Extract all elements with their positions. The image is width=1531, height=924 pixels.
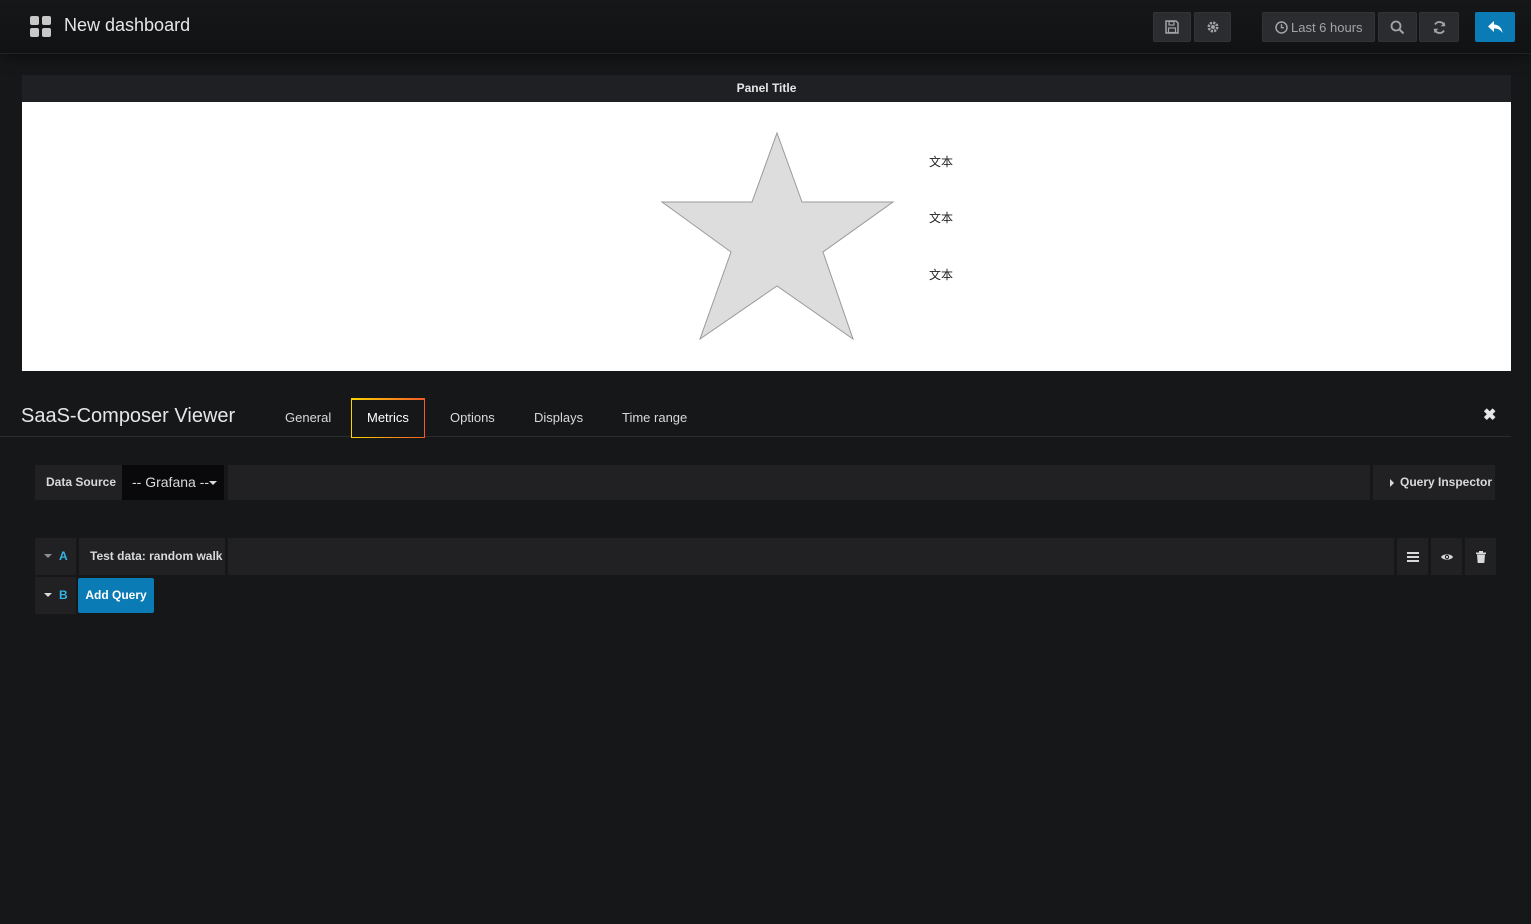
eye-icon	[1440, 553, 1453, 560]
panel-text-2: 文本	[929, 211, 954, 225]
add-query-button[interactable]: Add Query	[78, 578, 154, 613]
refresh-icon	[1433, 20, 1445, 34]
panel-text-1: 文本	[929, 155, 954, 169]
panel-body: 文本 文本 文本	[22, 102, 1511, 371]
query-letter: A	[59, 549, 68, 563]
panel-text-3: 文本	[929, 268, 954, 282]
tab-options[interactable]: Options	[435, 398, 510, 437]
trash-icon	[1475, 550, 1486, 563]
query-toggle-visibility-button[interactable]	[1431, 538, 1462, 575]
tab-general[interactable]: General	[270, 398, 346, 437]
editor-title: SaaS-Composer Viewer	[21, 405, 236, 427]
query-inspector-button[interactable]: Query Inspector	[1373, 465, 1495, 500]
data-source-select[interactable]: -- Grafana --	[122, 465, 224, 500]
query-letter: B	[59, 588, 68, 602]
dashboard-title[interactable]: New dashboard	[64, 15, 190, 36]
back-arrow-icon	[1487, 20, 1502, 33]
settings-button[interactable]	[1194, 12, 1231, 42]
top-navbar: New dashboard Last 6 hours	[0, 0, 1531, 54]
time-range-label: Last 6 hours	[1291, 19, 1363, 35]
tab-displays[interactable]: Displays	[519, 398, 598, 437]
dashboard-grid-icon[interactable]	[30, 16, 51, 37]
data-source-value: -- Grafana --	[132, 474, 210, 490]
close-icon[interactable]: ✖	[1483, 405, 1496, 425]
back-to-dashboard-button[interactable]	[1475, 12, 1515, 42]
menu-icon	[1406, 551, 1419, 562]
query-delete-button[interactable]	[1465, 538, 1496, 575]
save-icon	[1165, 20, 1179, 34]
caret-down-icon	[209, 481, 217, 485]
clock-icon	[1275, 20, 1288, 34]
query-a-row-filler	[228, 538, 1394, 575]
gear-icon	[1207, 21, 1218, 33]
zoom-out-button[interactable]	[1378, 12, 1417, 42]
data-source-label: Data Source	[35, 465, 122, 500]
query-b-toggle[interactable]: B	[35, 577, 76, 614]
tab-metrics[interactable]: Metrics	[351, 398, 425, 438]
save-dashboard-button[interactable]	[1153, 12, 1191, 42]
panel: Panel Title 文本 文本 文本	[22, 75, 1511, 371]
query-menu-button[interactable]	[1397, 538, 1428, 575]
query-a-toggle[interactable]: A	[35, 538, 76, 575]
caret-down-icon	[44, 554, 52, 558]
refresh-button[interactable]	[1419, 12, 1459, 42]
data-source-row-filler	[228, 465, 1370, 500]
caret-down-icon	[44, 593, 52, 597]
zoom-out-icon	[1390, 20, 1405, 34]
tab-time-range[interactable]: Time range	[607, 398, 702, 437]
query-a-name[interactable]: Test data: random walk	[79, 538, 225, 575]
time-range-picker[interactable]: Last 6 hours	[1262, 12, 1375, 42]
panel-title[interactable]: Panel Title	[22, 75, 1511, 102]
query-inspector-label: Query Inspector	[1400, 475, 1493, 489]
star-shape[interactable]	[660, 130, 896, 340]
caret-right-icon	[1390, 479, 1394, 487]
